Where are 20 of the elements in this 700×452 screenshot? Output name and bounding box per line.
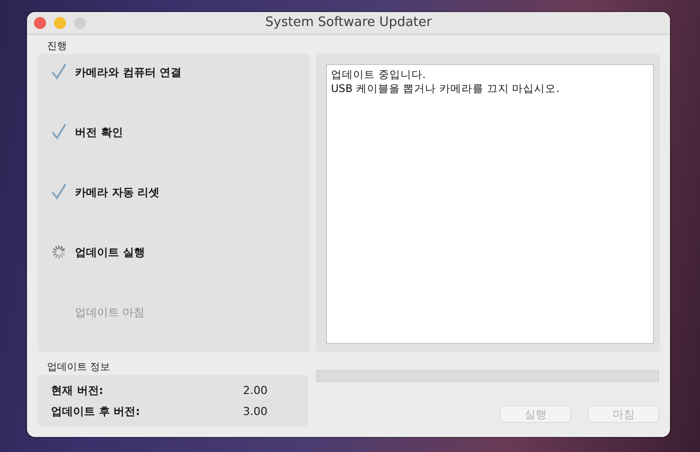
info-label: 업데이트 후 버전: bbox=[51, 404, 142, 418]
step-label: 카메라 자동 리셋 bbox=[75, 184, 160, 200]
spinner-icon bbox=[52, 244, 66, 260]
info-value: 2.00 bbox=[243, 384, 268, 396]
group-label: 진행 bbox=[46, 40, 68, 54]
info-label: 현재 버전: bbox=[51, 382, 104, 398]
minimize-button[interactable] bbox=[54, 17, 66, 29]
checkmark-icon bbox=[52, 184, 66, 200]
group-label: 업데이트 정보 bbox=[46, 361, 112, 375]
step-label: 카메라와 컴퓨터 연결 bbox=[75, 64, 182, 80]
message-text: 업데이트 중입니다. bbox=[331, 68, 427, 82]
step-label: 버전 확인 bbox=[75, 124, 123, 140]
checkmark-icon bbox=[52, 124, 66, 140]
info-value: 3.00 bbox=[243, 404, 268, 418]
checkmark-icon bbox=[52, 64, 66, 80]
message-text: USB 케이블을 뽑거나 카메라를 끄지 마십시오. bbox=[331, 82, 561, 96]
window-title: System Software Updater bbox=[265, 15, 432, 30]
close-button[interactable] bbox=[34, 17, 46, 29]
step-label: 업데이트 마침 bbox=[75, 304, 144, 320]
step-label: 업데이트 실행 bbox=[75, 244, 145, 260]
